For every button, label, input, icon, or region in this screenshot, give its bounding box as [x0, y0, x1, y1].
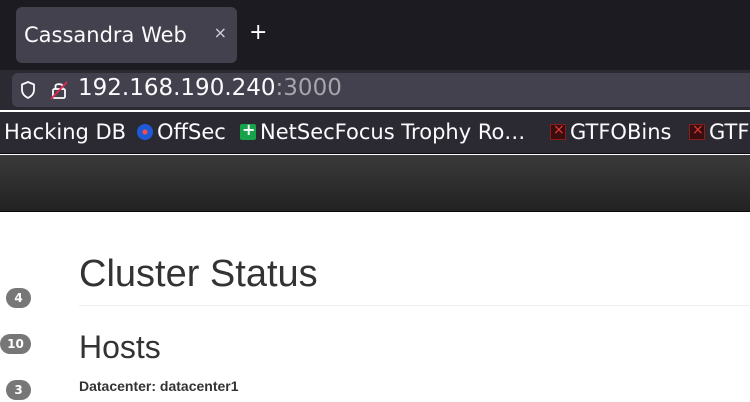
bookmark-hacking-db[interactable]: Hacking DB	[4, 120, 126, 144]
gtfobins-icon	[550, 122, 566, 140]
offsec-icon	[137, 124, 153, 140]
bookmark-label: OffSec	[157, 120, 226, 144]
bookmark-offsec[interactable]: OffSec	[137, 120, 226, 144]
netsecfocus-icon	[240, 120, 256, 140]
tab-title: Cassandra Web	[24, 23, 187, 47]
count-badge[interactable]: 10	[0, 334, 31, 354]
shield-icon[interactable]	[19, 80, 37, 100]
site-navbar	[0, 155, 750, 212]
bookmark-netsecfocus[interactable]: NetSecFocus Trophy Ro…	[240, 120, 525, 144]
datacenter-label: Datacenter: datacenter1	[79, 378, 239, 394]
tab-cassandra-web[interactable]: Cassandra Web ×	[16, 7, 237, 63]
bookmark-gtfobins[interactable]: GTFOBins	[550, 120, 671, 144]
section-title-hosts: Hosts	[79, 329, 161, 365]
close-icon[interactable]: ×	[214, 23, 227, 42]
bookmark-label: Hacking DB	[4, 120, 127, 144]
page-title: Cluster Status	[79, 253, 318, 295]
title-divider	[79, 305, 750, 306]
bookmark-gtfobins-2[interactable]: GTF	[689, 120, 749, 144]
bookmark-label: GTF	[709, 120, 750, 144]
url-port: :3000	[275, 75, 342, 101]
count-badge[interactable]: 4	[6, 288, 31, 308]
count-badge[interactable]: 3	[6, 380, 31, 400]
bookmark-label: GTFOBins	[570, 120, 672, 144]
url-host: 192.168.190.240	[78, 75, 276, 101]
insecure-lock-icon[interactable]	[50, 80, 68, 100]
url-text[interactable]: 192.168.190.240:3000	[78, 75, 342, 101]
bookmark-label: NetSecFocus Trophy Ro…	[260, 120, 526, 144]
new-tab-icon[interactable]: +	[249, 22, 267, 44]
gtfobins-icon	[689, 122, 705, 140]
